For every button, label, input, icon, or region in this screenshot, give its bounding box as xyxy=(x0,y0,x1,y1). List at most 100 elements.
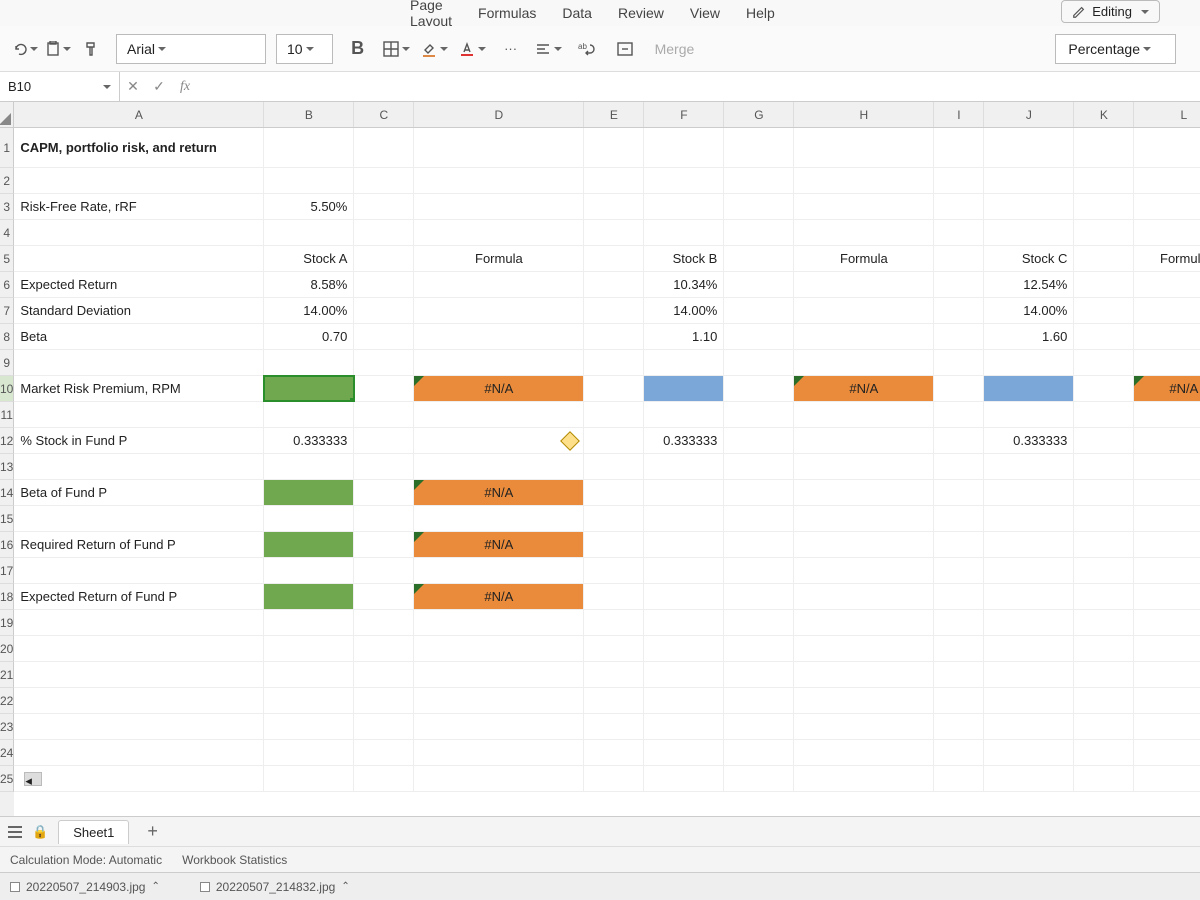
cell[interactable] xyxy=(724,480,794,505)
cell[interactable] xyxy=(354,220,414,245)
cell[interactable] xyxy=(1134,220,1200,245)
select-all-corner[interactable] xyxy=(0,102,14,128)
cell[interactable]: Formula xyxy=(414,246,584,271)
cell[interactable] xyxy=(1074,714,1134,739)
cell[interactable] xyxy=(934,688,984,713)
format-painter-button[interactable] xyxy=(78,35,106,63)
cell[interactable] xyxy=(354,532,414,557)
cell[interactable] xyxy=(584,220,644,245)
cell[interactable] xyxy=(644,128,724,167)
cell[interactable] xyxy=(644,636,724,661)
cell[interactable] xyxy=(984,402,1074,427)
cell[interactable] xyxy=(584,376,644,401)
cell[interactable] xyxy=(354,272,414,297)
cell[interactable] xyxy=(794,350,934,375)
accept-formula-button[interactable]: ✓ xyxy=(146,78,172,95)
cell[interactable] xyxy=(1074,480,1134,505)
cell[interactable] xyxy=(1074,376,1134,401)
col-header[interactable]: A xyxy=(14,102,264,127)
cell[interactable] xyxy=(354,636,414,661)
cell[interactable] xyxy=(934,558,984,583)
cell[interactable] xyxy=(584,350,644,375)
cell[interactable] xyxy=(1074,246,1134,271)
cell[interactable] xyxy=(584,636,644,661)
cell[interactable] xyxy=(724,128,794,167)
cell[interactable] xyxy=(794,636,934,661)
cell[interactable]: Stock B xyxy=(644,246,724,271)
cell[interactable] xyxy=(354,506,414,531)
cell[interactable] xyxy=(14,506,264,531)
cell[interactable] xyxy=(644,168,724,193)
cell[interactable] xyxy=(984,662,1074,687)
undo-button[interactable] xyxy=(10,35,38,63)
cell[interactable] xyxy=(794,168,934,193)
cell[interactable] xyxy=(414,766,584,791)
row-header[interactable]: 12 xyxy=(0,428,14,454)
cell[interactable] xyxy=(264,480,354,505)
cell[interactable] xyxy=(934,298,984,323)
cell[interactable] xyxy=(354,766,414,791)
cell[interactable] xyxy=(354,740,414,765)
cell[interactable] xyxy=(1134,532,1200,557)
col-header[interactable]: E xyxy=(584,102,644,127)
cell[interactable] xyxy=(934,662,984,687)
cell[interactable] xyxy=(414,128,584,167)
cell[interactable] xyxy=(984,454,1074,479)
cell[interactable] xyxy=(584,480,644,505)
cell[interactable] xyxy=(14,610,264,635)
cell[interactable] xyxy=(644,480,724,505)
cell[interactable] xyxy=(584,584,644,609)
cell[interactable] xyxy=(644,584,724,609)
cell[interactable] xyxy=(724,610,794,635)
cell[interactable] xyxy=(934,428,984,453)
cell[interactable] xyxy=(794,402,934,427)
cell[interactable] xyxy=(984,558,1074,583)
col-header[interactable]: J xyxy=(984,102,1074,127)
cell[interactable] xyxy=(934,766,984,791)
row-header[interactable]: 3 xyxy=(0,194,14,220)
tab-data[interactable]: Data xyxy=(562,5,592,21)
cell[interactable] xyxy=(354,298,414,323)
cell[interactable] xyxy=(984,220,1074,245)
cell[interactable]: 1.60 xyxy=(984,324,1074,349)
cell[interactable]: Formula xyxy=(1134,246,1200,271)
cell[interactable]: Stock C xyxy=(984,246,1074,271)
cell[interactable] xyxy=(934,272,984,297)
cell[interactable] xyxy=(724,766,794,791)
cell[interactable] xyxy=(984,740,1074,765)
cell[interactable] xyxy=(644,532,724,557)
cell[interactable] xyxy=(724,428,794,453)
cell[interactable] xyxy=(1074,584,1134,609)
cell[interactable] xyxy=(1134,402,1200,427)
row-header[interactable]: 7 xyxy=(0,298,14,324)
cell[interactable] xyxy=(584,298,644,323)
cell[interactable] xyxy=(794,740,934,765)
cell[interactable] xyxy=(354,688,414,713)
cell[interactable] xyxy=(584,128,644,167)
wrap-text-button[interactable]: ab xyxy=(573,35,601,63)
cell[interactable] xyxy=(984,532,1074,557)
cell[interactable]: 0.70 xyxy=(264,324,354,349)
cell[interactable] xyxy=(984,168,1074,193)
cell[interactable] xyxy=(1074,168,1134,193)
sheet-tab-active[interactable]: Sheet1 xyxy=(58,820,129,844)
col-header[interactable]: F xyxy=(644,102,724,127)
cell-error[interactable]: #N/A xyxy=(414,532,584,557)
cell[interactable] xyxy=(354,350,414,375)
cell[interactable] xyxy=(584,740,644,765)
cell[interactable] xyxy=(264,688,354,713)
cell[interactable] xyxy=(1134,740,1200,765)
cell[interactable] xyxy=(14,740,264,765)
cell[interactable] xyxy=(414,688,584,713)
row-header[interactable]: 1 xyxy=(0,128,14,168)
cell[interactable]: 14.00% xyxy=(264,298,354,323)
cell[interactable] xyxy=(584,662,644,687)
row-header[interactable]: 8 xyxy=(0,324,14,350)
col-header[interactable]: H xyxy=(794,102,934,127)
clipboard-button[interactable] xyxy=(44,35,72,63)
cell[interactable] xyxy=(934,350,984,375)
cell[interactable]: 12.54% xyxy=(984,272,1074,297)
cell[interactable] xyxy=(794,558,934,583)
row-header[interactable]: 20 xyxy=(0,636,14,662)
cell[interactable] xyxy=(354,584,414,609)
